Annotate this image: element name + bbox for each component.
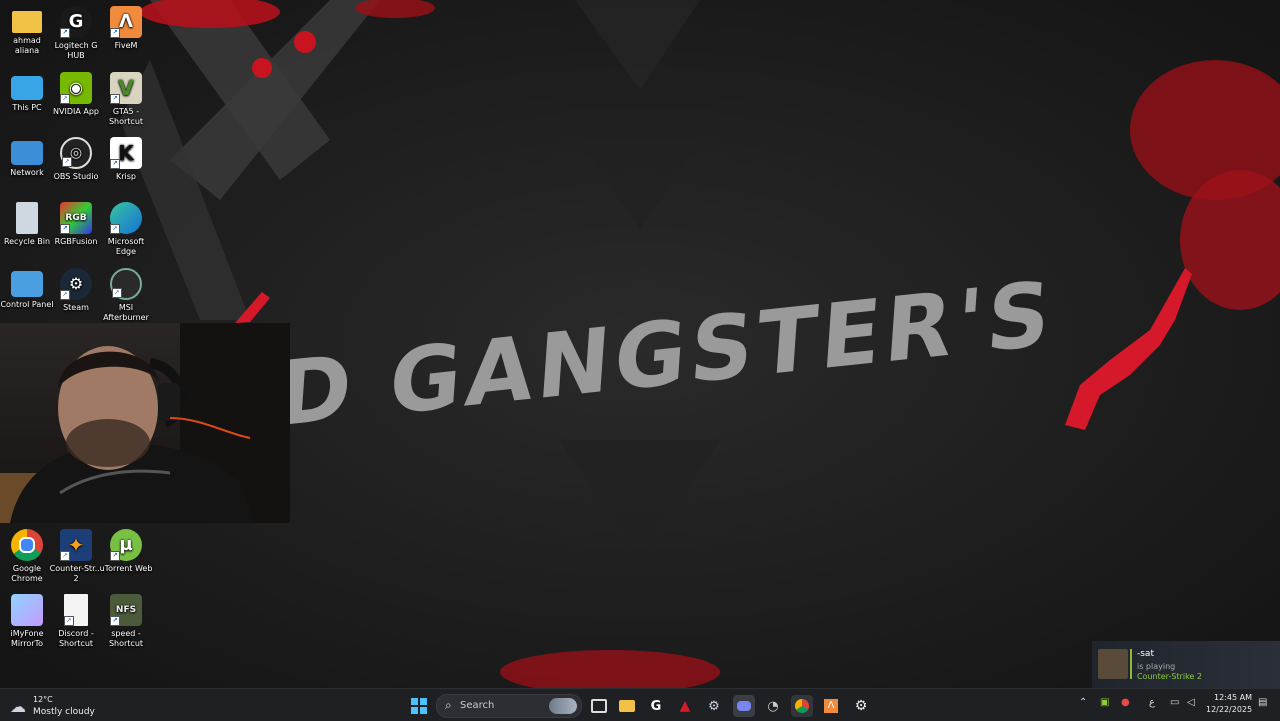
windows-icon: [411, 698, 427, 714]
desktop-icon-microsoft-edge[interactable]: ↗ Microsoft Edge: [99, 202, 153, 257]
chrome-icon: [795, 699, 809, 713]
steam-friend-notification[interactable]: -sat is playing Counter-Strike 2: [1092, 641, 1280, 688]
taskbar-chrome[interactable]: [791, 695, 813, 717]
desktop-icon-speed-shortcut[interactable]: NFS ↗ speed - Shortcut: [99, 594, 153, 649]
gta5-icon: V ↗: [110, 72, 142, 104]
taskbar-app-notify[interactable]: ◔: [762, 695, 784, 717]
file-icon: ↗: [64, 594, 88, 626]
start-button[interactable]: [408, 695, 430, 717]
search-highlight-icon: [549, 698, 577, 714]
folder-icon: [619, 700, 635, 712]
friend-status: is playing: [1137, 662, 1176, 671]
taskbar-file-explorer[interactable]: [616, 695, 638, 717]
nfs-mw-icon: NFS ↗: [110, 594, 142, 626]
desktop-icon-steam[interactable]: ⚙ ↗ Steam: [49, 268, 103, 313]
taskbar-steelseries[interactable]: ⚙: [850, 695, 872, 717]
network-icon: [11, 141, 43, 165]
weather-temp: 12°C: [33, 695, 53, 704]
discord-icon: [737, 701, 751, 711]
search-icon: ⌕: [445, 698, 452, 712]
notification-icon[interactable]: ▤: [1258, 697, 1267, 708]
red-triangle-icon: ▲: [679, 698, 691, 714]
desktop-icon-discord-shortcut[interactable]: ↗ Discord - Shortcut: [49, 594, 103, 649]
taskbar-logitech-ghub[interactable]: G: [645, 695, 667, 717]
utorrent-icon: µ ↗: [110, 529, 142, 561]
network-icon[interactable]: ▭: [1170, 697, 1179, 708]
imyfone-icon: [11, 594, 43, 626]
desktop-icon-this-pc[interactable]: This PC: [0, 72, 54, 113]
fivem-icon: Λ ↗: [110, 6, 142, 38]
clock-icon: ◔: [767, 698, 779, 714]
task-view-button[interactable]: [588, 695, 610, 717]
webcam-person-image: [0, 323, 290, 523]
obs-icon: ◎ ↗: [60, 137, 92, 169]
fivem-icon: Λ: [824, 699, 838, 713]
microphone-icon[interactable]: ●: [1121, 697, 1130, 708]
cloud-icon: ☁: [10, 697, 26, 716]
control-panel-icon: [11, 271, 43, 297]
edge-icon: ↗: [110, 202, 142, 234]
monitor-icon: [11, 76, 43, 100]
desktop-icon-utorrent-web[interactable]: µ ↗ uTorrent Web: [99, 529, 153, 574]
volume-icon[interactable]: ◁: [1187, 697, 1195, 708]
logitech-g-icon: G ↗: [60, 6, 92, 38]
cs2-icon: ✦ ↗: [60, 529, 92, 561]
language-indicator[interactable]: ع: [1149, 697, 1155, 708]
nvidia-icon: ◉ ↗: [60, 72, 92, 104]
chrome-icon: [11, 529, 43, 561]
webcam-overlay: [0, 323, 290, 523]
taskbar-red-app[interactable]: ▲: [674, 695, 696, 717]
taskbar-steam[interactable]: ⚙: [703, 695, 725, 717]
search-label: Search: [460, 700, 495, 711]
task-view-icon: [591, 699, 607, 713]
desktop-icon-recycle-bin[interactable]: Recycle Bin: [0, 202, 54, 247]
desktop-icon-nvidia-app[interactable]: ◉ ↗ NVIDIA App: [49, 72, 103, 117]
show-hidden-icons-chevron[interactable]: ⌃: [1079, 697, 1087, 708]
steam-icon: ⚙ ↗: [60, 268, 92, 300]
folder-icon: [12, 11, 42, 33]
desktop-icon-logitech-ghub[interactable]: G ↗ Logitech G HUB: [49, 6, 103, 61]
friend-name: -sat: [1137, 649, 1154, 659]
desktop-icon-counter-strike-2[interactable]: ✦ ↗ Counter-Str... 2: [49, 529, 103, 584]
desktop-icon-control-panel[interactable]: Control Panel: [0, 268, 54, 310]
krisp-icon: K ↗: [110, 137, 142, 169]
desktop-icon-user-folder[interactable]: ahmad aliana: [0, 6, 54, 56]
steam-icon: ⚙: [708, 698, 720, 714]
desktop-icon-msi-afterburner[interactable]: ↗ MSI Afterburner: [99, 268, 153, 323]
clock-time[interactable]: 12:45 AM: [1212, 693, 1252, 702]
taskbar-fivem[interactable]: Λ: [820, 695, 842, 717]
clock-date[interactable]: 12/22/2025: [1206, 705, 1252, 714]
desktop-icon-gta5[interactable]: V ↗ GTA5 - Shortcut: [99, 72, 153, 127]
weather-widget[interactable]: ☁ 12°C Mostly cloudy: [10, 693, 120, 719]
status-divider: [1130, 649, 1132, 679]
gear-icon: ⚙: [854, 698, 868, 714]
desktop-icon-obs-studio[interactable]: ◎ ↗ OBS Studio: [49, 137, 103, 182]
desktop-icon-rgbfusion[interactable]: RGB ↗ RGBFusion: [49, 202, 103, 247]
logitech-g-icon: G: [650, 698, 662, 714]
tray-app-icon[interactable]: ▣: [1100, 697, 1109, 708]
desktop-icon-krisp[interactable]: K ↗ Krisp: [99, 137, 153, 182]
search-box[interactable]: ⌕ Search: [436, 694, 582, 718]
taskbar-discord[interactable]: [733, 695, 755, 717]
desktop-icon-fivem[interactable]: Λ ↗ FiveM: [99, 6, 153, 51]
msi-afterburner-icon: ↗: [110, 268, 142, 300]
taskbar: ☁ 12°C Mostly cloudy ⌕ Search G ▲ ⚙ ◔ Λ …: [0, 688, 1280, 721]
friend-avatar: [1098, 649, 1128, 679]
desktop-icon-google-chrome[interactable]: Google Chrome: [0, 529, 54, 584]
friend-game: Counter-Strike 2: [1137, 672, 1202, 681]
recycle-bin-icon: [16, 202, 38, 234]
rgbfusion-icon: RGB ↗: [60, 202, 92, 234]
desktop-icon-network[interactable]: Network: [0, 137, 54, 178]
weather-desc: Mostly cloudy: [33, 707, 95, 717]
desktop-icon-imyfone-mirrorto[interactable]: iMyFone MirrorTo: [0, 594, 54, 649]
